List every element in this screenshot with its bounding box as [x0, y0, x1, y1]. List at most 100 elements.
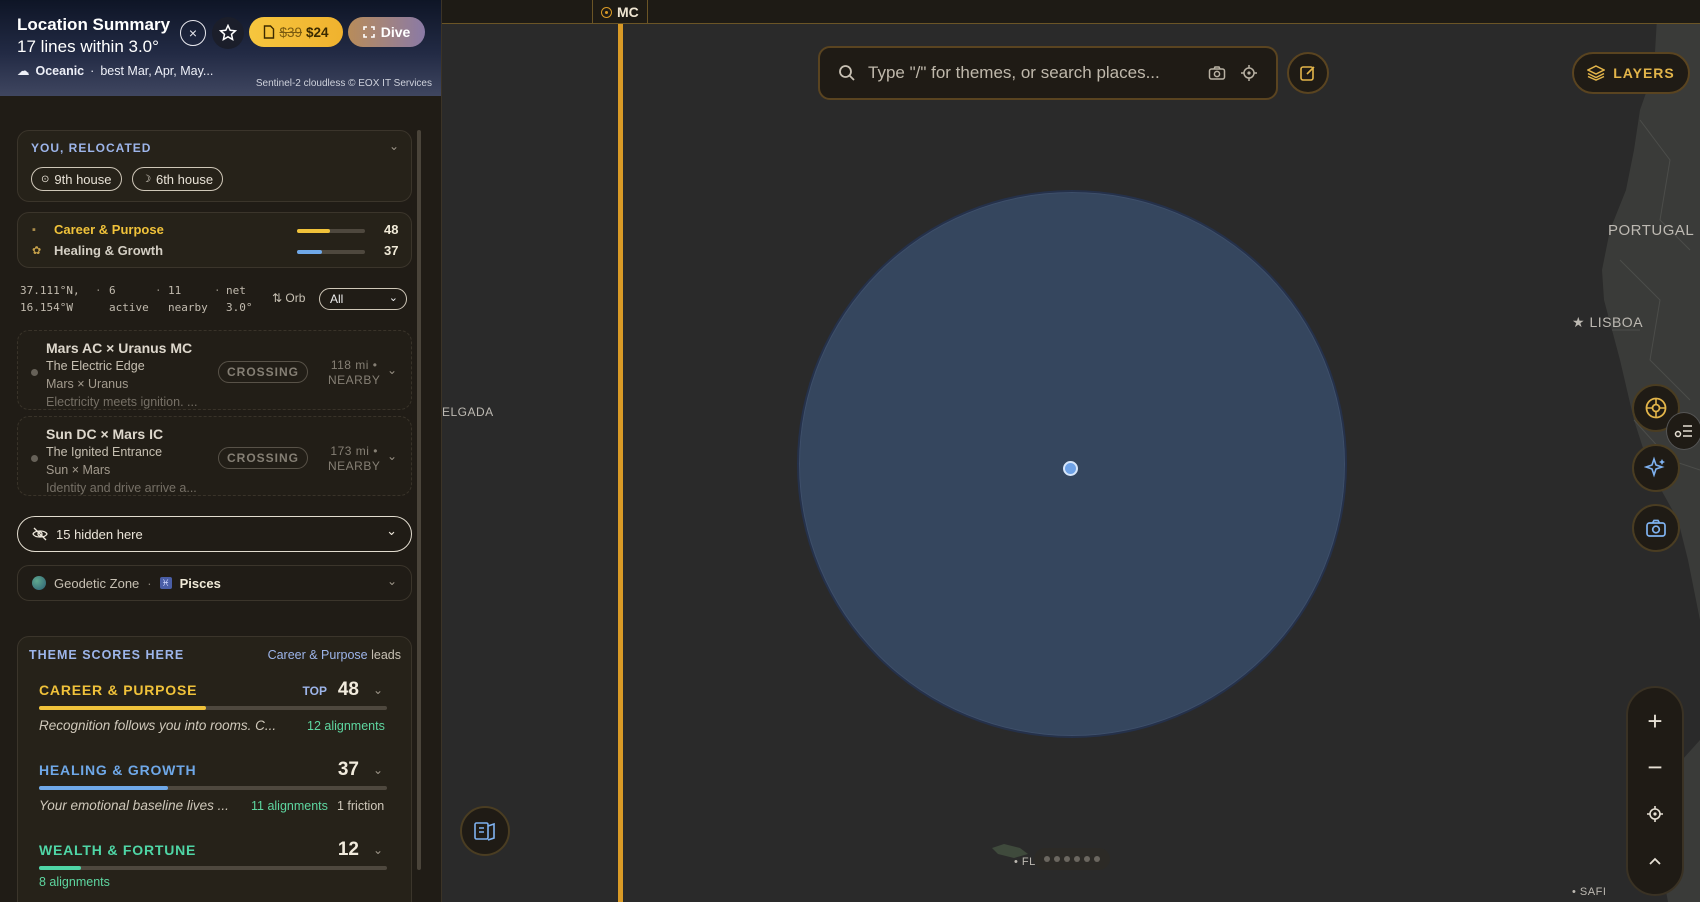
close-button[interactable]: ×	[180, 20, 206, 46]
map-label-safi-text: SAFI	[1579, 886, 1607, 898]
relocated-card[interactable]: YOU, RELOCATED ⌄ ⊙ 9th house ☽ 6th house	[17, 130, 412, 202]
line-card[interactable]: Mars AC × Uranus MC The Electric Edge Ma…	[17, 330, 412, 410]
separator-dot: ·	[147, 575, 152, 591]
line-subtitle: The Electric Edge	[46, 359, 145, 373]
minus-icon: −	[1647, 752, 1663, 783]
theme-row-career[interactable]: ▪ Career & Purpose	[32, 222, 164, 237]
page-dot[interactable]	[1064, 856, 1070, 862]
expand-controls-button[interactable]	[1635, 841, 1675, 881]
chevron-down-icon[interactable]: ⌄	[373, 843, 383, 857]
show-hidden-lines-button[interactable]: 15 hidden here ⌄	[17, 516, 412, 552]
page-dots[interactable]	[1034, 848, 1110, 870]
map-guide-button[interactable]	[460, 806, 510, 856]
imagery-credit: Sentinel-2 cloudless © EOX IT Services	[255, 78, 432, 89]
theme-score: 48	[337, 679, 359, 700]
page-dot[interactable]	[1084, 856, 1090, 862]
climate-type: Oceanic	[35, 63, 85, 78]
orb-sort-button[interactable]: ⇅ Orb	[272, 291, 305, 305]
healing-bar	[297, 250, 365, 254]
alignments-count: 12 alignments	[307, 719, 385, 733]
career-bar	[297, 229, 365, 233]
climate-row: ☁ Oceanic · best Mar, Apr, May...	[17, 63, 214, 79]
score-bar	[39, 786, 387, 790]
geodetic-zone-row[interactable]: Geodetic Zone · ♓ Pisces ⌄	[17, 565, 412, 601]
theme-label: Career & Purpose	[54, 222, 164, 237]
chevron-down-icon[interactable]: ⌄	[373, 763, 383, 777]
map-controls: + −	[1626, 686, 1684, 896]
locate-me-icon[interactable]	[1238, 62, 1260, 84]
theme-name: WEALTH & FORTUNE	[39, 842, 197, 858]
eye-off-icon	[32, 527, 48, 541]
career-score: 48	[384, 222, 399, 237]
plus-icon: +	[1647, 705, 1663, 736]
page-dot[interactable]	[1074, 856, 1080, 862]
map-label-portugal: PORTUGAL	[1608, 222, 1695, 239]
leading-theme: Career & Purpose leads	[268, 648, 401, 662]
crossing-badge: CROSSING	[218, 361, 309, 383]
briefcase-icon: ▪	[32, 223, 36, 236]
nearby-label: nearby	[168, 301, 208, 314]
camera-search-icon[interactable]	[1206, 62, 1228, 84]
page-dot[interactable]	[1094, 856, 1100, 862]
new-price: $24	[306, 24, 329, 40]
filter-value: All	[330, 292, 344, 306]
notes-button[interactable]	[1287, 52, 1329, 94]
latitude: 37.111°N,	[20, 284, 80, 297]
recenter-button[interactable]	[1635, 794, 1675, 834]
search-bar	[818, 46, 1278, 100]
chevron-down-icon[interactable]: ⌄	[373, 683, 383, 697]
planet-pair: Mars × Uranus	[46, 377, 129, 391]
nearby-stat: 11 nearby	[168, 282, 208, 316]
panel-header: Location Summary 17 lines within 3.0° ☁ …	[0, 0, 441, 96]
chevron-down-icon[interactable]: ⌄	[389, 139, 399, 153]
crosshair-icon	[1647, 806, 1663, 823]
zoom-out-button[interactable]: −	[1635, 748, 1675, 788]
page-dot[interactable]	[1054, 856, 1060, 862]
panel-scrollbar[interactable]	[417, 130, 421, 870]
chevron-down-icon[interactable]: ⌄	[387, 449, 397, 463]
line-card[interactable]: Sun DC × Mars IC The Ignited Entrance Su…	[17, 416, 412, 496]
page-dot[interactable]	[1044, 856, 1050, 862]
close-icon: ×	[188, 25, 198, 41]
theme-scores-heading: THEME SCORES HERE	[29, 648, 185, 662]
ai-insights-button[interactable]	[1632, 444, 1680, 492]
mc-target-icon	[601, 6, 612, 18]
sprout-icon: ✿	[32, 245, 42, 257]
search-input[interactable]	[868, 63, 1196, 83]
sort-arrows-icon: ⇅	[272, 291, 283, 305]
chevron-down-icon[interactable]: ⌄	[387, 363, 397, 377]
line-title: Sun DC × Mars IC	[46, 426, 164, 442]
zoom-in-button[interactable]: +	[1635, 701, 1675, 741]
mc-line-tag[interactable]: MC	[592, 0, 648, 24]
net-label: net	[226, 284, 246, 297]
distance-label: NEARBY	[328, 459, 381, 473]
legend-panel-toggle[interactable]	[1666, 412, 1700, 450]
house-pill-ninth[interactable]: ⊙ 9th house	[31, 167, 122, 191]
favorite-button[interactable]	[212, 17, 244, 49]
expand-icon	[362, 26, 375, 38]
theme-row-healing[interactable]: ✿ Healing & Growth	[32, 243, 163, 258]
layers-button[interactable]: LAYERS	[1572, 52, 1690, 94]
document-icon	[264, 25, 275, 39]
house-pill-sixth[interactable]: ☽ 6th house	[132, 167, 224, 191]
line-filter-select[interactable]: All ⌄	[319, 288, 407, 310]
buy-report-button[interactable]: $39 $24	[249, 17, 343, 47]
chevron-down-icon: ⌄	[388, 292, 398, 304]
snapshot-button[interactable]	[1632, 504, 1680, 552]
mc-label: MC	[617, 4, 639, 20]
theme-name: CAREER & PURPOSE	[39, 682, 198, 698]
leading-theme-name: Career & Purpose	[267, 648, 368, 662]
mc-line[interactable]	[618, 24, 623, 902]
map-book-icon	[474, 822, 495, 841]
cloud-icon: ☁	[17, 64, 30, 78]
map-canvas[interactable]: MC PORTUGAL ★ LISBOA ELGADA • SAFI • FL	[442, 0, 1700, 902]
selected-location-dot[interactable]	[1063, 461, 1078, 476]
camera-icon	[1646, 519, 1666, 537]
longitude: 16.154°W	[20, 301, 73, 314]
theme-description: Your emotional baseline lives ...	[39, 798, 229, 813]
coordinate-ruler: MC	[442, 0, 1700, 24]
dive-label: Dive	[380, 24, 411, 40]
best-season: best Mar, Apr, May...	[100, 63, 214, 78]
star-icon	[219, 24, 237, 42]
dive-button[interactable]: Dive	[348, 17, 425, 47]
